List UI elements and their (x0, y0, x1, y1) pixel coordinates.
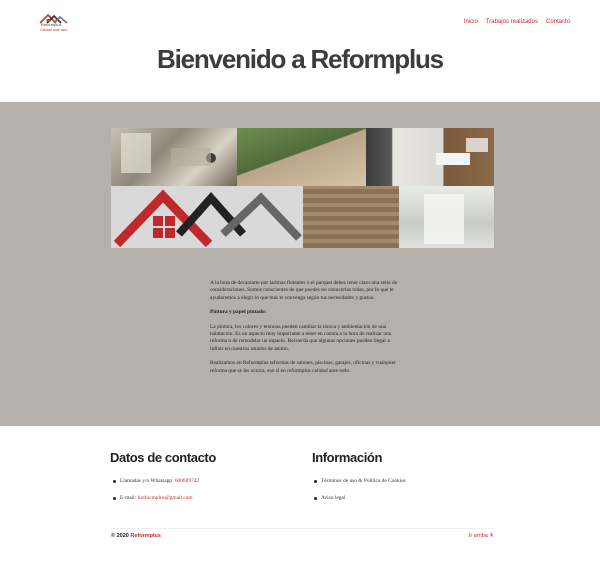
copyright: © 2020 Reformplus (111, 533, 161, 539)
copyright-brand: Reformplus (130, 533, 161, 539)
legal-notice-link[interactable]: Aviso legal (321, 495, 345, 501)
house-roof-graphic-icon (113, 189, 302, 248)
phone-label: Llamadas y/o Whatsapp: (120, 478, 175, 484)
nav-link-contacto[interactable]: Contacto (546, 19, 570, 25)
logo-tagline: Calidad ante todo (40, 28, 68, 32)
content-paragraph: Realizamos en Reformplus reformas de sal… (210, 360, 396, 374)
image-collage (111, 128, 494, 248)
collage-photo-bathroom (366, 128, 494, 186)
content-paragraph: A la hora de decantarte por tarimas flot… (210, 280, 398, 301)
content-heading: Pintura y papel pintado: (210, 309, 267, 316)
phone-link[interactable]: 600609742 (175, 478, 199, 484)
terms-item: Términos de uso & Política de Cookies (312, 478, 406, 495)
collage-logo-panel (111, 186, 303, 248)
contact-phone-item: Llamadas y/o Whatsapp: 600609742 (111, 478, 199, 495)
page-title: Bienvenido a Reformplus (157, 44, 444, 74)
contact-email-item: E-mail: iirefocmplus@gmail.com (111, 495, 199, 512)
email-label: E-mail: (120, 495, 138, 501)
nav-link-trabajos-realizados[interactable]: Trabajos realizados (486, 19, 538, 25)
copyright-prefix: © 2020 (111, 533, 131, 539)
wall-repair-photo (121, 133, 216, 173)
contact-heading: Datos de contacto (110, 450, 216, 465)
info-list: Términos de uso & Política de Cookies Av… (312, 478, 406, 512)
bathroom-photo (436, 138, 488, 165)
terms-link[interactable]: Términos de uso & Política de Cookies (321, 478, 406, 484)
collage-photo-wall-repair (111, 128, 237, 186)
logo-name: Reformplus (41, 22, 62, 27)
contact-list: Llamadas y/o Whatsapp: 600609742 E-mail:… (111, 478, 199, 512)
email-link[interactable]: iirefocmplus@gmail.com (138, 495, 193, 501)
footer-divider (111, 528, 494, 529)
main-content: A la hora de decantarte por tarimas flot… (210, 280, 400, 382)
nav-link-inicio[interactable]: Inicio (464, 19, 478, 25)
info-heading: Información (312, 450, 382, 465)
main-nav: Inicio Trabajos realizados Contacto (464, 19, 570, 25)
back-to-top-link[interactable]: Ir arriba ⇞ (469, 533, 494, 539)
legal-item: Aviso legal (312, 495, 406, 512)
site-header: Reformplus Calidad ante todo Inicio Trab… (0, 0, 600, 48)
shower-photo (424, 194, 464, 244)
content-paragraph: La pintura, los colores y texturas puede… (210, 323, 392, 352)
collage-photo-terrace (237, 128, 366, 186)
collage-photo-shower (399, 186, 494, 248)
collage-photo-stone-wall (303, 186, 399, 248)
